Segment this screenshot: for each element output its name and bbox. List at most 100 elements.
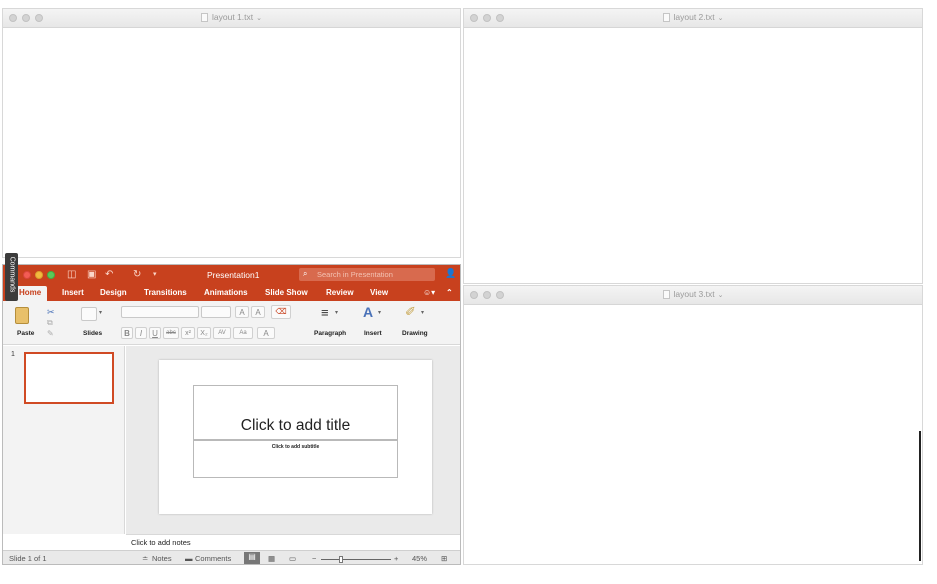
- cut-icon[interactable]: ✂: [47, 307, 55, 318]
- tab-home[interactable]: Home: [13, 286, 48, 301]
- title-placeholder[interactable]: Click to add title: [193, 385, 398, 440]
- font-size-box[interactable]: [201, 306, 231, 318]
- commands-label: Commands: [8, 256, 16, 293]
- ppt-titlebar[interactable]: ◫ ▣ ↶ ↻ ▾ Presentation1 ⌕ Search in Pres…: [3, 265, 460, 285]
- copy-icon[interactable]: ⧉: [47, 318, 53, 328]
- subscript-button[interactable]: X₂: [197, 327, 211, 339]
- thumbnail-number: 1: [11, 351, 15, 358]
- document-icon: [201, 13, 208, 22]
- slide-canvas[interactable]: Click to add title Click to add subtitle: [126, 346, 460, 534]
- notes-placeholder: Click to add notes: [131, 538, 191, 547]
- save-icon[interactable]: ▣: [87, 269, 96, 280]
- slide-thumbnail-pane[interactable]: 1: [3, 346, 125, 534]
- new-slide-dropdown-icon[interactable]: ▾: [99, 309, 102, 316]
- commands-tab[interactable]: Commands: [5, 253, 18, 301]
- underline-button[interactable]: U: [149, 327, 161, 339]
- chevron-down-icon[interactable]: ⌄: [718, 15, 724, 22]
- tab-design[interactable]: Design: [100, 288, 127, 297]
- slides-button[interactable]: Slides: [83, 330, 102, 337]
- italic-button[interactable]: I: [135, 327, 147, 339]
- bold-button[interactable]: B: [121, 327, 133, 339]
- character-spacing-button[interactable]: AV: [213, 327, 231, 339]
- change-case-button[interactable]: Aa: [233, 327, 253, 339]
- status-bar: Slide 1 of 1 ≐ Notes ▬ Comments ▤ ▦ ▭ − …: [3, 550, 460, 564]
- new-slide-icon[interactable]: [81, 307, 97, 321]
- editor-titlebar[interactable]: layout 1.txt ⌄: [3, 9, 460, 28]
- editor-scrollbar[interactable]: [919, 431, 921, 561]
- paragraph-icon[interactable]: ≡: [321, 305, 329, 320]
- zoom-slider-thumb[interactable]: [339, 556, 343, 563]
- insert-shapes-icon[interactable]: A: [363, 304, 373, 320]
- zoom-level[interactable]: 45%: [412, 554, 427, 563]
- editor-text-area[interactable]: [3, 28, 460, 257]
- editor-text-area[interactable]: [464, 28, 922, 283]
- comments-button[interactable]: Comments: [195, 554, 231, 563]
- paste-icon[interactable]: [15, 307, 29, 324]
- search-field[interactable]: ⌕ Search in Presentation: [299, 268, 435, 281]
- comments-icon[interactable]: ▬: [185, 554, 193, 563]
- window-title: layout 2.txt ⌄: [464, 12, 922, 22]
- slide-sorter-button[interactable]: ▦: [268, 554, 275, 563]
- editor-window-layout-1[interactable]: layout 1.txt ⌄: [2, 8, 461, 258]
- normal-view-button[interactable]: ▤: [244, 552, 260, 564]
- minimize-button[interactable]: [35, 271, 43, 279]
- document-icon: [662, 290, 670, 299]
- editor-text-area[interactable]: [464, 305, 922, 564]
- reading-view-button[interactable]: ▭: [289, 554, 296, 563]
- tab-transitions[interactable]: Transitions: [144, 288, 187, 297]
- notes-icon[interactable]: ≐: [142, 554, 148, 563]
- document-icon: [662, 13, 670, 22]
- share-icon[interactable]: 👤: [445, 268, 456, 279]
- zoom-slider[interactable]: [321, 559, 391, 560]
- subtitle-placeholder-text: Click to add subtitle: [271, 444, 320, 450]
- editor-window-layout-2[interactable]: layout 2.txt ⌄: [463, 8, 923, 284]
- sidebar-toggle-icon[interactable]: ◫: [67, 269, 76, 280]
- font-color-button[interactable]: A: [257, 327, 275, 339]
- close-button[interactable]: [23, 271, 31, 279]
- redo-icon[interactable]: ↻: [133, 269, 141, 280]
- powerpoint-window[interactable]: ◫ ▣ ↶ ↻ ▾ Presentation1 ⌕ Search in Pres…: [2, 264, 461, 565]
- editor-window-layout-3[interactable]: layout 3.txt ⌄: [463, 285, 923, 565]
- chevron-down-icon[interactable]: ⌄: [256, 15, 262, 22]
- tab-review[interactable]: Review: [326, 288, 354, 297]
- strikethrough-button[interactable]: abc: [163, 327, 179, 339]
- slide-thumbnail[interactable]: [24, 352, 114, 404]
- undo-icon[interactable]: ↶: [105, 269, 113, 280]
- search-placeholder: Search in Presentation: [317, 270, 393, 279]
- smiley-feedback-icon[interactable]: ☺▾: [423, 288, 435, 297]
- zoom-button[interactable]: [47, 271, 55, 279]
- subtitle-placeholder[interactable]: Click to add subtitle: [193, 440, 398, 478]
- notes-button[interactable]: Notes: [152, 554, 172, 563]
- tab-insert[interactable]: Insert: [62, 288, 84, 297]
- notes-pane[interactable]: Click to add notes: [126, 534, 460, 550]
- superscript-button[interactable]: x²: [181, 327, 195, 339]
- decrease-font-button[interactable]: A: [251, 306, 265, 318]
- tab-slide-show[interactable]: Slide Show: [265, 288, 308, 297]
- tab-view[interactable]: View: [370, 288, 388, 297]
- drawing-button[interactable]: Drawing: [402, 330, 428, 337]
- collapse-ribbon-icon[interactable]: ⌃: [446, 288, 453, 297]
- paragraph-button[interactable]: Paragraph: [314, 330, 346, 337]
- font-name-box[interactable]: [121, 306, 199, 318]
- insert-button[interactable]: Insert: [364, 330, 382, 337]
- window-title: layout 3.txt ⌄: [464, 289, 922, 299]
- increase-font-button[interactable]: A: [235, 306, 249, 318]
- editor-titlebar[interactable]: layout 3.txt ⌄: [464, 286, 922, 305]
- editor-titlebar[interactable]: layout 2.txt ⌄: [464, 9, 922, 28]
- drawing-icon[interactable]: ✐: [405, 304, 416, 320]
- document-title: Presentation1: [207, 270, 260, 280]
- clear-formatting-icon[interactable]: ⌫: [271, 305, 291, 319]
- zoom-in-button[interactable]: +: [394, 554, 398, 563]
- tab-animations[interactable]: Animations: [204, 288, 248, 297]
- drawing-dropdown-icon[interactable]: ▾: [421, 309, 424, 316]
- title-placeholder-text: Click to add title: [240, 417, 351, 434]
- customize-toolbar-icon[interactable]: ▾: [153, 269, 157, 280]
- slide[interactable]: Click to add title Click to add subtitle: [159, 360, 432, 514]
- zoom-out-button[interactable]: −: [312, 554, 316, 563]
- format-painter-icon[interactable]: ✎: [47, 329, 54, 338]
- insert-dropdown-icon[interactable]: ▾: [378, 309, 381, 316]
- fit-to-window-icon[interactable]: ⊞: [441, 554, 447, 563]
- paragraph-dropdown-icon[interactable]: ▾: [335, 309, 338, 316]
- chevron-down-icon[interactable]: ⌄: [718, 292, 724, 299]
- paste-button[interactable]: Paste: [17, 330, 34, 337]
